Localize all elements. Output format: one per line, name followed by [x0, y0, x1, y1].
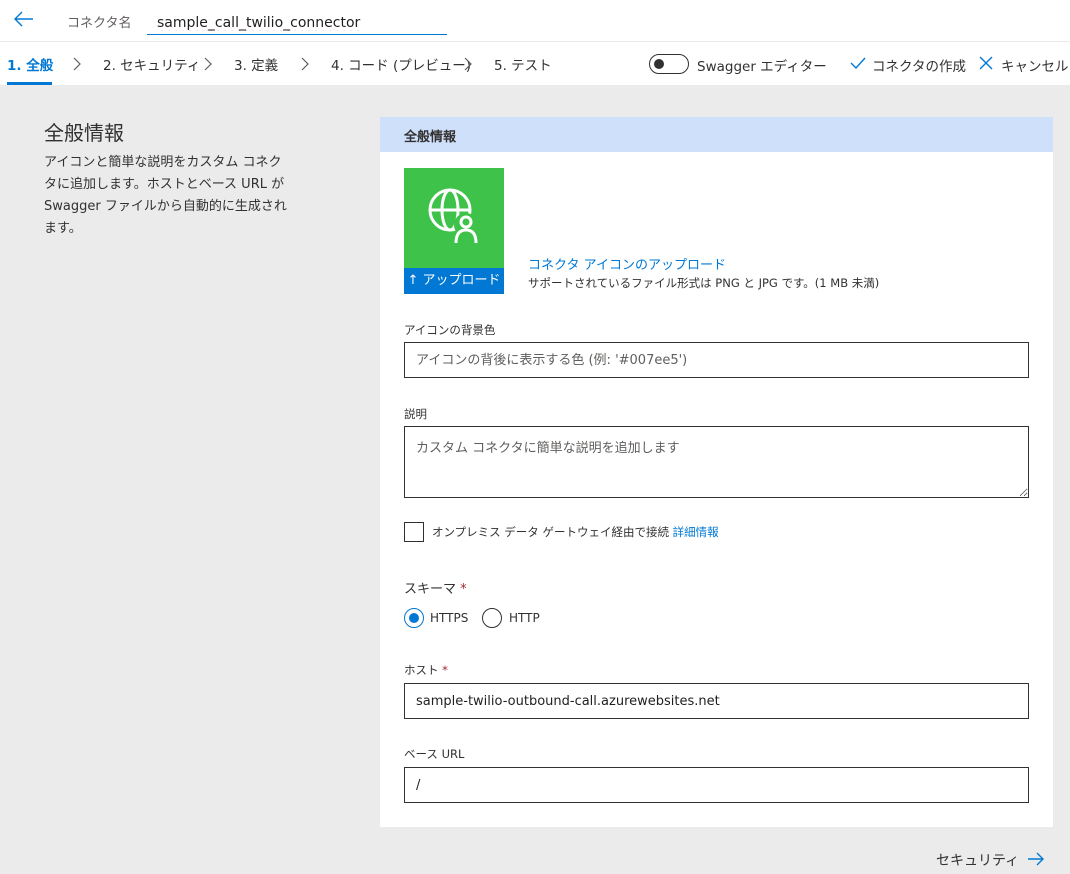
swagger-editor-label: Swagger エディター [697, 59, 827, 75]
schema-label-text: スキーマ [404, 582, 457, 597]
host-input[interactable] [404, 683, 1029, 719]
section-title: 全般情報 [44, 121, 124, 145]
close-icon [979, 56, 993, 70]
upload-icon-link[interactable]: コネクタ アイコンのアップロード [528, 254, 726, 273]
swagger-editor-toggle[interactable] [649, 54, 689, 74]
gateway-checkbox[interactable] [404, 522, 424, 542]
base-url-input[interactable] [404, 767, 1029, 803]
next-security-link[interactable]: セキュリティ [936, 850, 1019, 870]
chevron-right-icon [73, 57, 81, 71]
base-url-label: ベース URL [404, 747, 465, 761]
back-arrow-icon[interactable] [12, 8, 36, 30]
gateway-label: オンプレミス データ ゲートウェイ経由で接続 詳細情報 [432, 524, 719, 540]
host-label: ホスト * [404, 662, 448, 678]
upload-button-label: アップロード [422, 273, 501, 288]
active-step-indicator [7, 82, 52, 85]
section-description: アイコンと簡単な説明をカスタム コネクタに追加します。ホストとベース URL が… [44, 155, 287, 236]
panel-header: 全般情報 [380, 117, 1053, 152]
general-info-panel: 全般情報 ↑ アップロード コネクタ アイコンのアップロード サポートされている… [380, 117, 1053, 827]
chevron-right-icon [204, 57, 212, 71]
required-mark: * [460, 582, 467, 597]
toggle-knob [654, 59, 664, 69]
icon-bg-label: アイコンの背景色 [404, 323, 496, 337]
description-label: 説明 [404, 407, 427, 421]
radio-https[interactable] [404, 608, 424, 628]
gateway-label-text: オンプレミス データ ゲートウェイ経由で接続 [432, 525, 669, 539]
icon-bg-input[interactable] [404, 342, 1029, 378]
connector-name-input[interactable] [147, 6, 447, 35]
step-security[interactable]: 2. セキュリティ [103, 54, 200, 74]
connector-name-label: コネクタ名 [67, 16, 132, 31]
create-connector-button[interactable]: コネクタの作成 [850, 55, 966, 75]
step-test[interactable]: 5. テスト [494, 54, 552, 74]
step-nav: 1. 全般 2. セキュリティ 3. 定義 4. コード (プレビュー) 5. … [0, 41, 1070, 85]
schema-label: スキーマ * [404, 578, 467, 597]
panel-header-title: 全般情報 [404, 130, 457, 145]
step-code-preview[interactable]: 4. コード (プレビュー) [331, 54, 471, 74]
radio-https-label: HTTPS [430, 611, 469, 625]
arrow-right-icon[interactable] [1027, 851, 1045, 867]
radio-http[interactable] [482, 608, 502, 628]
chevron-right-icon [464, 57, 472, 71]
step-definition[interactable]: 3. 定義 [234, 54, 278, 74]
upload-arrow-icon: ↑ [407, 273, 423, 288]
host-label-text: ホスト [404, 663, 439, 677]
upload-hint: サポートされているファイル形式は PNG と JPG です。(1 MB 未満) [528, 276, 880, 290]
chevron-right-icon [301, 57, 309, 71]
globe-user-icon [428, 188, 478, 244]
cancel-label: キャンセル [1001, 59, 1069, 75]
checkmark-icon [850, 57, 866, 70]
top-bar: コネクタ名 [0, 0, 1070, 41]
required-mark: * [442, 663, 448, 677]
create-connector-label: コネクタの作成 [872, 59, 966, 75]
upload-button[interactable]: ↑ アップロード [404, 268, 504, 294]
cancel-button[interactable]: キャンセル [979, 55, 1069, 75]
step-general[interactable]: 1. 全般 [7, 54, 53, 74]
radio-http-label: HTTP [509, 611, 540, 625]
learn-more-link[interactable]: 詳細情報 [673, 525, 719, 539]
description-textarea[interactable] [404, 426, 1029, 498]
